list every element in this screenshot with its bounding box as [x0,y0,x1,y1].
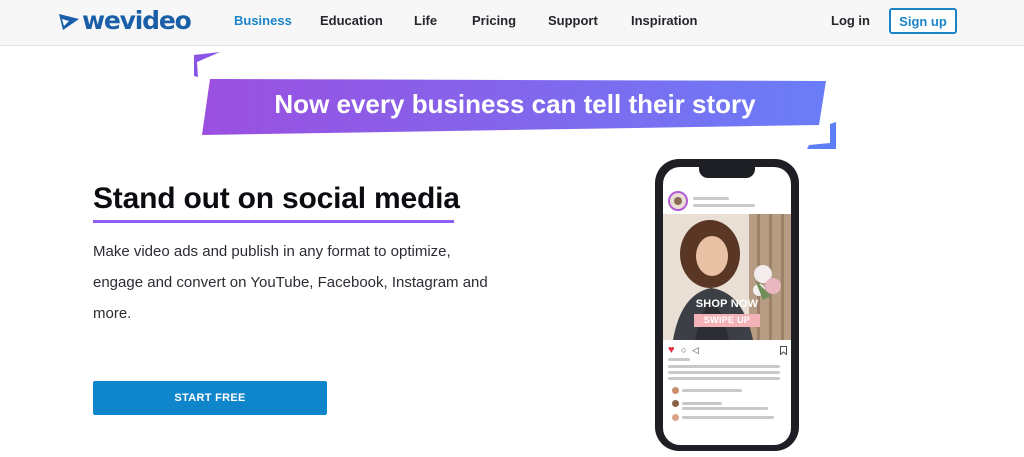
nav-item-business[interactable]: Business [234,13,292,29]
shop-now-overlay: SHOP NOW [695,298,759,310]
phone-notch [699,167,755,178]
hero-headline: Stand out on social media [93,182,460,215]
phone-mockup: SHOP NOW SWIPE UP ♥ ○ ◁ [655,159,799,451]
comment-avatar [672,387,679,394]
share-icon: ◁ [692,345,699,355]
wevideo-logo[interactable]: wevideo [58,6,192,36]
nav-item-life[interactable]: Life [414,13,437,29]
likes-placeholder [668,358,690,361]
comment-placeholder [682,402,722,405]
comment-avatar [672,400,679,407]
caption-line-placeholder [668,371,780,374]
bookmark-icon [780,346,787,355]
post-username-placeholder [693,197,729,200]
nav-item-support[interactable]: Support [548,13,598,29]
signup-button[interactable]: Sign up [889,8,957,34]
headline-underline [93,220,454,223]
login-link[interactable]: Log in [831,13,870,29]
comment-icon: ○ [681,345,687,355]
comment-placeholder [682,416,774,419]
post-avatar [668,191,688,211]
site-header: wevideo Business Education Life Pricing … [0,0,1024,46]
swipe-up-badge: SWIPE UP [694,314,760,327]
wevideo-logo-icon [59,14,79,30]
banner-heading: Now every business can tell their story [274,89,756,119]
nav-item-education[interactable]: Education [320,13,383,29]
post-location-placeholder [693,204,755,207]
nav-item-inspiration[interactable]: Inspiration [631,13,697,29]
caption-line-placeholder [668,365,780,368]
comment-placeholder [682,389,742,392]
nav-item-pricing[interactable]: Pricing [472,13,516,29]
phone-screen: SHOP NOW SWIPE UP ♥ ○ ◁ [663,167,791,445]
hero-description: Make video ads and publish in any format… [93,243,488,322]
comment-avatar [672,414,679,421]
comment-placeholder [682,407,768,410]
heart-icon: ♥ [668,344,675,356]
caption-line-placeholder [668,377,780,380]
brand-name: wevideo [82,6,192,35]
start-free-button[interactable]: START FREE [93,381,327,415]
